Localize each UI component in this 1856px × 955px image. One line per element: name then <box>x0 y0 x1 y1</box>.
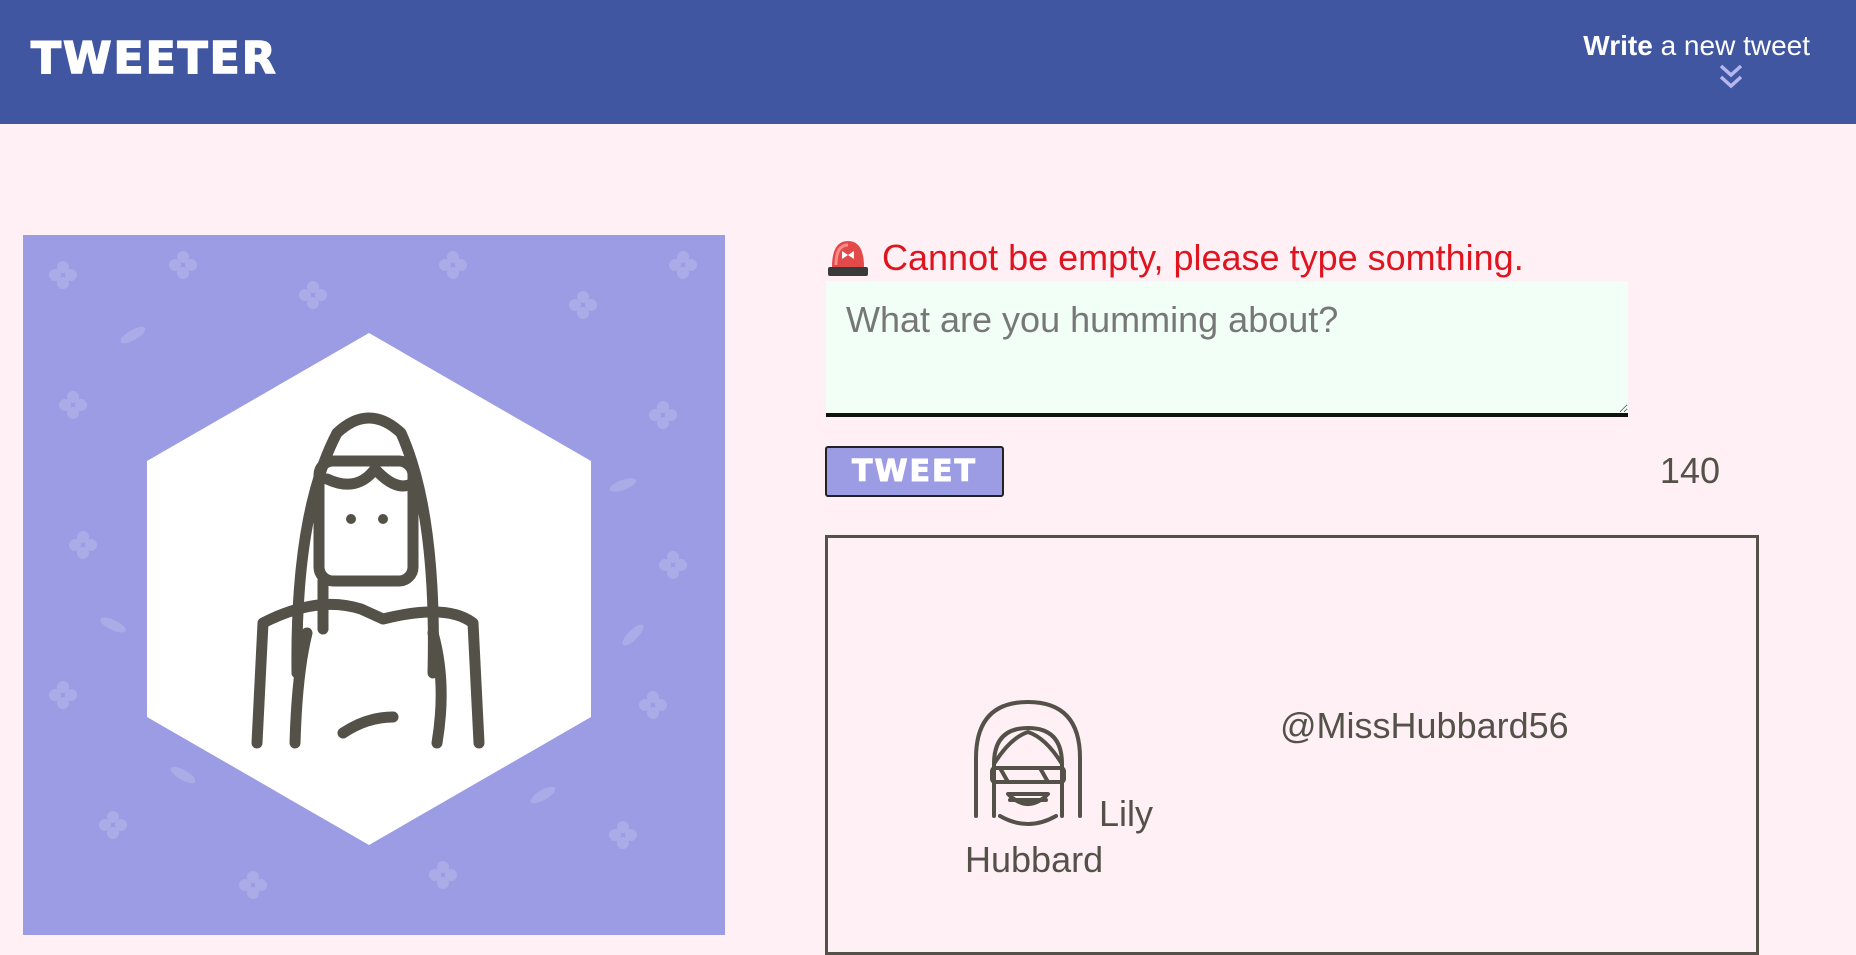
tweet-author-name: Lily Hubbard <box>965 793 1154 880</box>
profile-card <box>23 235 725 935</box>
compose-toggle-label: a new tweet <box>1652 30 1810 61</box>
error-message: Cannot be empty, please type somthing. <box>882 237 1524 278</box>
top-nav-bar: TWEETER Write a new tweet <box>0 0 1856 124</box>
double-chevron-down-icon[interactable] <box>1716 62 1746 92</box>
siren-icon <box>828 241 868 276</box>
tweet-card: Lily Hubbard @MissHubbard56 <box>825 535 1759 955</box>
character-counter: 140 <box>1659 450 1720 491</box>
tweet-submit-button[interactable]: TWEET <box>825 446 1004 497</box>
brand-logo: TWEETER <box>30 32 278 85</box>
validation-error: Cannot be empty, please type somthing. <box>826 236 1524 280</box>
tweet-author-handle: @MissHubbard56 <box>1280 705 1569 746</box>
compose-toggle-bold-label: Write <box>1583 30 1653 61</box>
woman-avatar-icon <box>147 333 591 845</box>
write-new-tweet-toggle[interactable]: Write a new tweet <box>1570 28 1810 64</box>
tweet-text-input[interactable] <box>826 281 1628 417</box>
